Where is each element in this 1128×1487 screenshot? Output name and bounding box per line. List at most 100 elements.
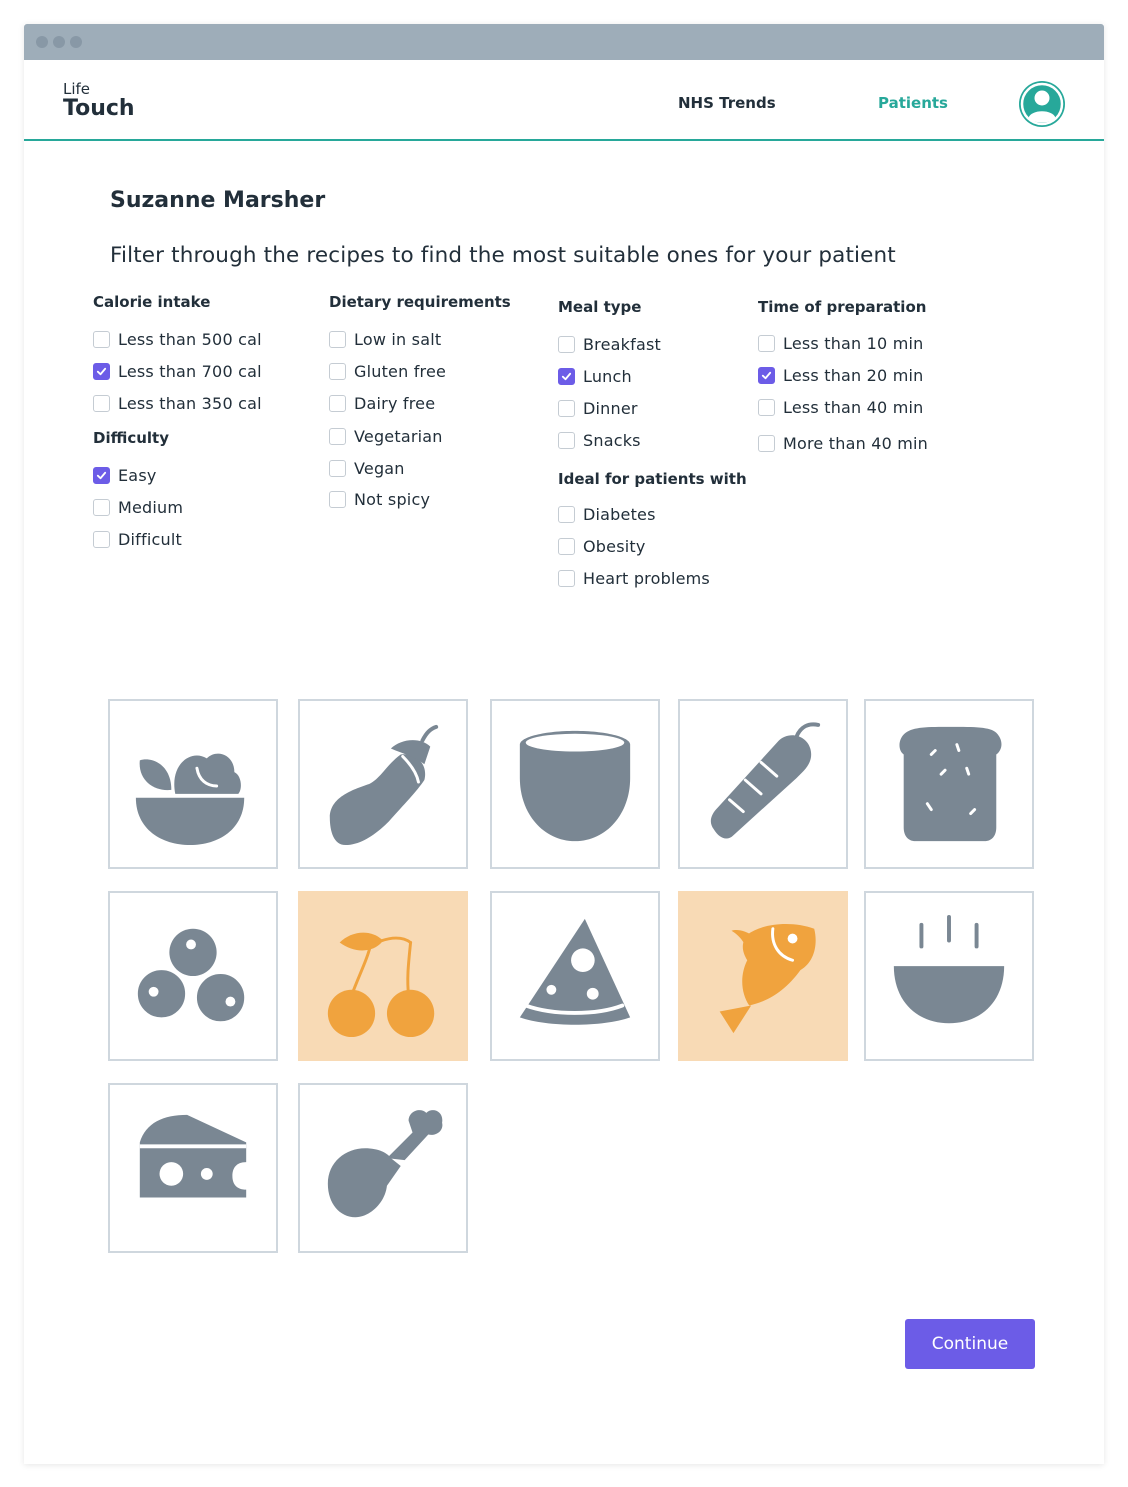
food-tile-chicken-leg[interactable] <box>298 1083 468 1253</box>
nav-patients[interactable]: Patients <box>878 94 948 112</box>
page-instructions: Filter through the recipes to find the m… <box>110 243 896 268</box>
filter-option-dietary[interactable]: Dairy free <box>329 393 435 413</box>
chicken-leg-icon <box>327 1110 443 1218</box>
filter-option-label: Less than 350 cal <box>118 393 262 413</box>
filter-option-calorie[interactable]: Less than 500 cal <box>93 329 262 349</box>
checkbox[interactable] <box>558 367 575 385</box>
food-tile-carrot[interactable] <box>678 699 848 869</box>
filter-option-label: Dairy free <box>354 393 436 413</box>
food-tile-pizza-slice[interactable] <box>490 891 660 1061</box>
filter-option-calorie[interactable]: Less than 700 cal <box>93 361 262 381</box>
filter-option-dietary[interactable]: Not spicy <box>329 489 430 509</box>
filter-option-time[interactable]: Less than 10 min <box>758 333 924 353</box>
blueberries-icon <box>133 928 249 1026</box>
filter-option-label: Lunch <box>583 366 632 386</box>
filter-group-title-meal: Meal type <box>558 298 642 316</box>
patient-name: Suzanne Marsher <box>110 188 326 213</box>
filter-group-title-dietary: Dietary requirements <box>329 293 511 311</box>
checkbox[interactable] <box>93 498 110 516</box>
filter-option-difficulty[interactable]: Difficult <box>93 529 182 549</box>
nav-nhs-trends[interactable]: NHS Trends <box>678 94 776 112</box>
filter-option-ideal[interactable]: Obesity <box>558 536 646 556</box>
filter-option-label: Low in salt <box>354 329 442 349</box>
food-tile-cheese[interactable] <box>108 1083 278 1253</box>
checkbox[interactable] <box>93 530 110 548</box>
checkbox[interactable] <box>329 490 346 508</box>
checkbox[interactable] <box>93 330 110 348</box>
checkbox[interactable] <box>758 334 775 352</box>
checkbox[interactable] <box>329 427 346 445</box>
filter-option-dietary[interactable]: Gluten free <box>329 361 446 381</box>
checkbox[interactable] <box>329 362 346 380</box>
filter-option-label: Vegan <box>354 458 405 478</box>
top-navbar: Life Touch NHS Trends Patients <box>24 60 1104 141</box>
filter-option-time[interactable]: More than 40 min <box>758 433 928 453</box>
food-tile-salad-bowl[interactable] <box>108 699 278 869</box>
filter-option-label: Difficult <box>118 529 182 549</box>
app-logo[interactable]: Life Touch <box>63 82 135 120</box>
filter-option-label: Less than 40 min <box>783 397 924 417</box>
food-tile-soup-bowl[interactable] <box>864 891 1034 1061</box>
food-tile-bread-slice[interactable] <box>864 699 1034 869</box>
filter-option-meal[interactable]: Breakfast <box>558 334 661 354</box>
checkbox[interactable] <box>758 366 775 384</box>
filter-option-dietary[interactable]: Low in salt <box>329 329 441 349</box>
checkbox[interactable] <box>93 362 110 380</box>
checkbox[interactable] <box>329 394 346 412</box>
checkbox[interactable] <box>558 431 575 449</box>
checkbox[interactable] <box>558 569 575 587</box>
filter-option-difficulty[interactable]: Medium <box>93 497 183 517</box>
logo-top-text: Life <box>63 80 91 98</box>
checkbox[interactable] <box>93 466 110 484</box>
filter-option-calorie[interactable]: Less than 350 cal <box>93 393 262 413</box>
window-dot[interactable] <box>53 36 65 48</box>
filter-option-label: Obesity <box>583 536 646 556</box>
filter-option-ideal[interactable]: Diabetes <box>558 504 656 524</box>
filter-option-dietary[interactable]: Vegetarian <box>329 426 443 446</box>
filter-option-time[interactable]: Less than 40 min <box>758 397 924 417</box>
bowl-icon <box>519 730 631 842</box>
food-tile-blueberries[interactable] <box>108 891 278 1061</box>
filter-option-label: Medium <box>118 497 184 517</box>
filter-option-difficulty[interactable]: Easy <box>93 465 157 485</box>
filter-option-meal[interactable]: Lunch <box>558 366 632 386</box>
checkbox[interactable] <box>758 434 775 452</box>
filter-option-label: Diabetes <box>583 504 656 524</box>
food-tile-eggplant[interactable] <box>298 699 468 869</box>
checkbox[interactable] <box>558 505 575 523</box>
filter-option-label: Breakfast <box>583 334 661 354</box>
user-avatar[interactable] <box>1019 81 1065 127</box>
checkbox[interactable] <box>558 335 575 353</box>
checkbox[interactable] <box>93 394 110 412</box>
checkbox[interactable] <box>558 399 575 417</box>
filter-option-time[interactable]: Less than 20 min <box>758 365 924 385</box>
window-dot[interactable] <box>36 36 48 48</box>
continue-button[interactable]: Continue <box>905 1319 1035 1369</box>
filter-option-meal[interactable]: Dinner <box>558 398 638 418</box>
food-tile-bowl[interactable] <box>490 699 660 869</box>
filter-group-title-ideal: Ideal for patients with <box>558 470 747 488</box>
window-titlebar <box>24 24 1104 60</box>
carrot-icon <box>710 722 821 839</box>
pizza-slice-icon <box>519 918 631 1025</box>
filter-option-label: Not spicy <box>354 489 431 509</box>
filter-option-label: More than 40 min <box>783 433 929 453</box>
checkbox[interactable] <box>558 537 575 555</box>
food-tile-fish[interactable] <box>678 891 848 1061</box>
cheese-icon <box>139 1114 247 1198</box>
user-icon <box>1020 82 1064 126</box>
filter-option-ideal[interactable]: Heart problems <box>558 568 710 588</box>
filter-group-title-calorie: Calorie intake <box>93 293 211 311</box>
food-tile-cherries[interactable] <box>298 891 468 1061</box>
checkbox[interactable] <box>758 398 775 416</box>
browser-window: Life Touch NHS Trends Patients Suzanne M… <box>24 24 1104 1464</box>
filter-option-label: Less than 10 min <box>783 333 924 353</box>
filter-option-dietary[interactable]: Vegan <box>329 458 405 478</box>
filter-option-label: Dinner <box>583 398 638 418</box>
filter-option-meal[interactable]: Snacks <box>558 430 641 450</box>
checkbox[interactable] <box>329 459 346 477</box>
window-dot[interactable] <box>70 36 82 48</box>
checkbox[interactable] <box>329 330 346 348</box>
filter-option-label: Easy <box>118 465 157 485</box>
filter-option-label: Less than 700 cal <box>118 361 262 381</box>
